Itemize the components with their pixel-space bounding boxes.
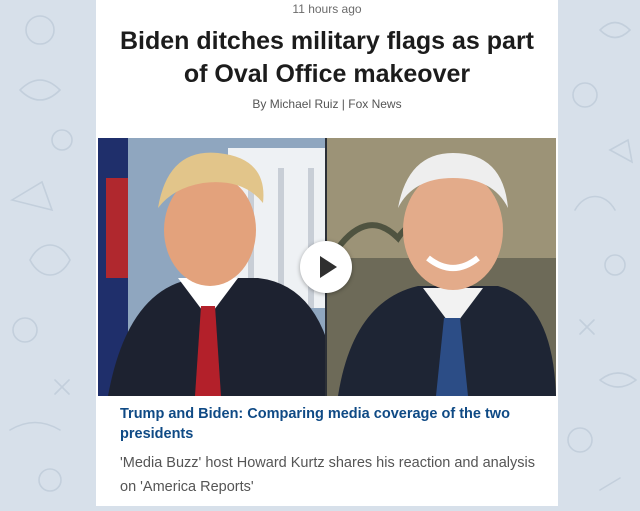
- video-description: 'Media Buzz' host Howard Kurtz shares hi…: [120, 455, 535, 495]
- video-thumbnail[interactable]: [98, 138, 556, 396]
- play-button[interactable]: [300, 241, 352, 293]
- article-headline[interactable]: Biden ditches military flags as part of …: [106, 25, 548, 91]
- news-card: 11 hours ago Biden ditches military flag…: [96, 0, 558, 506]
- post-timestamp: 11 hours ago: [292, 2, 362, 16]
- article-byline: By Michael Ruiz | Fox News: [252, 97, 402, 111]
- video-title-link[interactable]: Trump and Biden: Comparing media coverag…: [120, 404, 530, 444]
- play-icon: [320, 256, 337, 278]
